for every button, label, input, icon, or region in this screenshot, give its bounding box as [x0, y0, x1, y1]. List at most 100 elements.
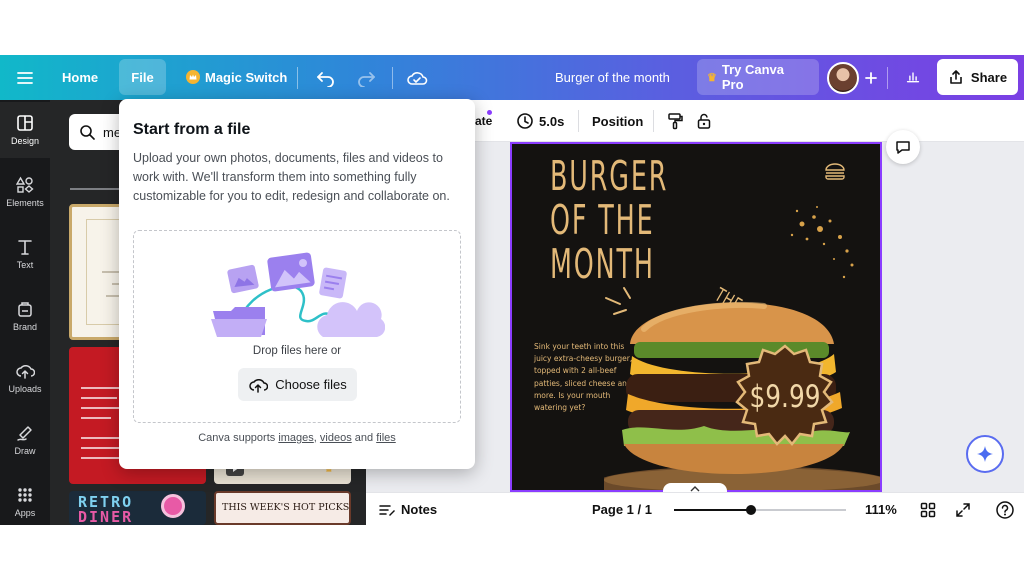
template-thumbnail[interactable]: THIS WEEK'S HOT PICKS — [214, 491, 351, 525]
cloud-sync-icon[interactable] — [406, 55, 428, 100]
add-collaborator-button[interactable] — [863, 55, 879, 100]
headline-line: MONTH — [550, 240, 655, 288]
rail-item-uploads[interactable]: Uploads — [0, 350, 50, 406]
text-line — [81, 447, 119, 449]
page-indicator[interactable]: Page 1 / 1 — [592, 493, 652, 525]
notification-dot — [487, 110, 492, 115]
support-prefix: Canva supports — [198, 432, 276, 444]
images-link[interactable]: images — [278, 432, 313, 444]
position-label: Position — [592, 113, 644, 129]
headline-line: OF THE — [550, 196, 655, 244]
lock-icon[interactable] — [695, 100, 713, 142]
paint-roller-icon[interactable] — [666, 100, 684, 142]
avatar[interactable] — [827, 55, 859, 100]
animate-button[interactable]: ate — [475, 100, 492, 142]
insights-button[interactable] — [896, 59, 930, 95]
try-pro-label: Try Canva Pro — [721, 62, 785, 92]
divider — [887, 55, 888, 100]
zoom-fill — [674, 508, 752, 511]
rail-item-design[interactable]: Design — [0, 102, 50, 158]
undo-icon[interactable] — [316, 55, 336, 100]
text-line — [81, 457, 123, 459]
text-line — [81, 407, 121, 409]
rail-label: Brand — [12, 322, 38, 332]
supported-formats: Canva supports images, videos and files — [119, 432, 475, 444]
left-rail: Design Elements Text Brand Uploads Draw … — [0, 100, 50, 525]
sparkle-icon — [977, 446, 993, 462]
divider — [297, 55, 298, 100]
rail-label: Elements — [6, 198, 44, 208]
duration-label: 5.0s — [539, 113, 565, 129]
share-icon — [950, 70, 962, 84]
zoom-slider[interactable] — [674, 493, 846, 525]
comment-button[interactable] — [886, 130, 920, 164]
bar-chart-icon — [906, 72, 920, 83]
start-from-file-popup: Start from a file Upload your own photos… — [119, 99, 475, 469]
menu-icon[interactable] — [16, 55, 34, 100]
try-canva-pro-button[interactable]: ♛ Try Canva Pro — [697, 59, 819, 95]
zoom-level[interactable]: 111% — [865, 493, 897, 525]
duration-button[interactable]: 5.0s — [516, 100, 564, 142]
rail-label: Apps — [14, 508, 36, 518]
upload-illustration — [211, 252, 385, 337]
zoom-track — [674, 504, 846, 515]
magic-assistant-button[interactable] — [966, 435, 1004, 473]
file-button[interactable]: File — [119, 59, 166, 95]
rail-item-brand[interactable]: Brand — [0, 288, 50, 344]
fullscreen-icon[interactable] — [955, 493, 971, 525]
grid-view-icon[interactable] — [920, 493, 936, 525]
top-bar: Home File Magic Switch Burger of the mon… — [0, 55, 1024, 100]
zoom-knob[interactable] — [746, 504, 757, 515]
comment-icon — [896, 141, 910, 154]
draw-icon — [17, 426, 32, 441]
text-line — [81, 387, 123, 389]
canva-editor: Home File Magic Switch Burger of the mon… — [0, 55, 1024, 525]
file-dropzone[interactable]: Drop files here or Choose files — [133, 230, 461, 423]
crown-icon — [186, 70, 200, 84]
brand-icon — [18, 302, 32, 317]
files-link[interactable]: files — [376, 432, 396, 444]
rail-item-apps[interactable]: Apps — [0, 474, 50, 525]
record-icon — [161, 494, 185, 518]
text-icon — [18, 240, 32, 255]
clock-icon — [517, 113, 533, 129]
redo-icon[interactable] — [356, 55, 376, 100]
headline-line: BURGER — [550, 152, 669, 200]
share-button[interactable]: Share — [937, 59, 1018, 95]
rail-item-text[interactable]: Text — [0, 226, 50, 282]
home-label: Home — [62, 69, 99, 85]
apps-icon — [18, 488, 32, 502]
support-and: and — [354, 432, 374, 444]
videos-link[interactable]: videos — [320, 432, 352, 444]
notes-icon — [379, 504, 395, 516]
rail-label: Design — [10, 136, 39, 146]
page-label: Page 1 / 1 — [592, 502, 652, 517]
notes-button[interactable]: Notes — [378, 493, 437, 525]
magic-switch-button[interactable]: Magic Switch — [176, 59, 297, 95]
rail-label: Draw — [14, 446, 36, 456]
crown-icon: ♛ — [707, 71, 717, 84]
position-button[interactable]: Position — [592, 100, 643, 142]
design-canvas[interactable]: BURGER OF THE MONTH THE BIG CHEESY Sink … — [510, 142, 882, 492]
animate-label: ate — [475, 114, 493, 128]
rail-item-draw[interactable]: Draw — [0, 412, 50, 468]
thumb-text: DINER — [78, 508, 134, 525]
divider — [392, 55, 393, 100]
file-label: File — [131, 69, 154, 85]
uploads-icon — [16, 365, 35, 379]
share-label: Share — [970, 69, 1008, 85]
price: $9.99 — [749, 379, 821, 415]
drop-text: Drop files here or — [252, 345, 342, 357]
choose-files-button[interactable]: Choose files — [238, 368, 357, 401]
home-button[interactable]: Home — [52, 59, 108, 95]
document-title-text: Burger of the month — [555, 70, 670, 85]
thumb-text: THIS WEEK'S HOT PICKS — [222, 502, 350, 513]
rail-item-elements[interactable]: Elements — [0, 164, 50, 220]
divider — [578, 100, 579, 142]
popup-title: Start from a file — [133, 121, 251, 138]
design-icon — [17, 115, 33, 131]
template-thumbnail[interactable]: RETRO DINER — [69, 491, 206, 525]
headline: BURGER OF THE MONTH — [550, 154, 668, 286]
help-icon[interactable] — [995, 493, 1015, 525]
document-title[interactable]: Burger of the month — [555, 55, 670, 100]
